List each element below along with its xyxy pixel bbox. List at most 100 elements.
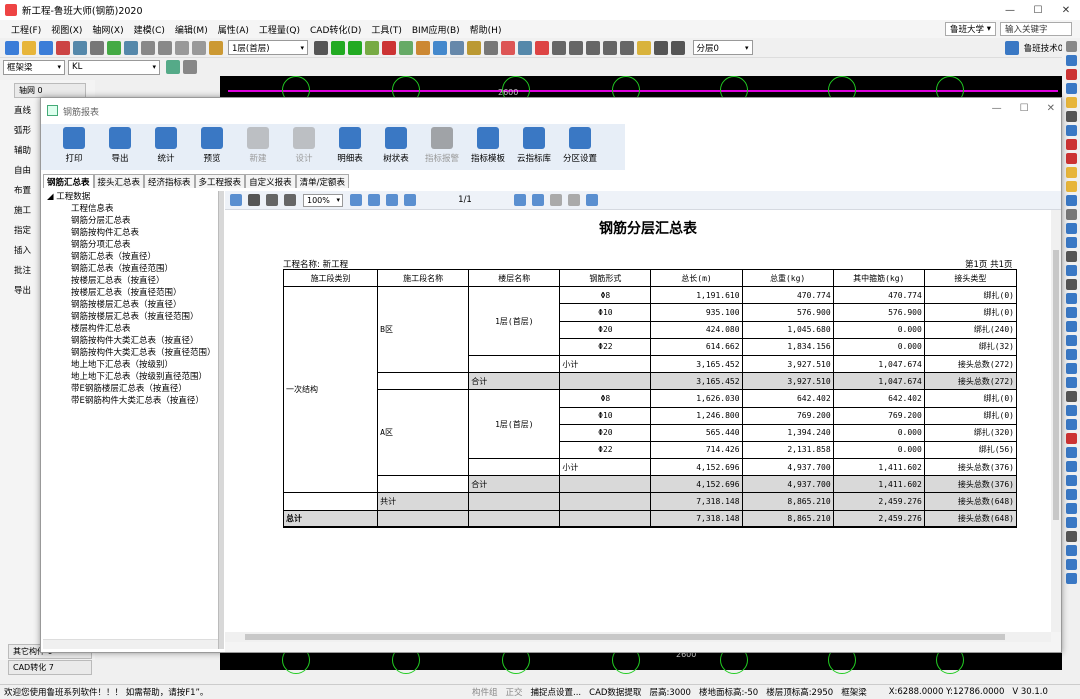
view-icon[interactable] [450, 40, 464, 55]
maximize-icon[interactable]: ☐ [1024, 0, 1052, 20]
tree-item[interactable]: 钢筋分层汇总表 [43, 215, 218, 227]
component-name-select[interactable]: KL ▾ [68, 59, 160, 75]
status-ortho[interactable]: 正交 [502, 686, 527, 698]
tool-icon[interactable] [1065, 251, 1077, 262]
new-file-icon[interactable] [4, 40, 19, 55]
cut-icon[interactable] [174, 40, 189, 55]
tab-economic-index[interactable]: 经济指标表 [144, 174, 195, 188]
mirror-icon[interactable] [501, 40, 515, 55]
select-icon[interactable] [331, 40, 345, 55]
pen-icon[interactable] [365, 40, 379, 55]
pan-icon[interactable] [552, 40, 566, 55]
zoom-window-icon[interactable] [603, 40, 617, 55]
status-snap-setting[interactable]: 捕捉点设置... [527, 686, 586, 698]
tool-icon[interactable] [1065, 139, 1077, 150]
fit-page-icon[interactable] [368, 194, 380, 206]
color-icon[interactable] [416, 40, 430, 55]
preview-button[interactable]: 预览 [189, 124, 235, 170]
menu-cad[interactable]: CAD转化(D) [305, 23, 366, 36]
menu-help[interactable]: 帮助(H) [465, 23, 507, 36]
tree-item[interactable]: 带E钢筋构件大类汇总表（按直径） [43, 395, 218, 407]
tool-icon[interactable] [1065, 181, 1077, 192]
user-dropdown[interactable]: 鲁班大学 ▾ [945, 22, 996, 36]
tool-icon[interactable] [1065, 419, 1077, 430]
new-button[interactable]: 新建 [235, 124, 281, 170]
tool-icon[interactable] [1065, 349, 1077, 360]
tab-custom-report[interactable]: 自定义报表 [245, 174, 296, 188]
tool-icon[interactable] [1065, 279, 1077, 290]
tool-icon[interactable] [1065, 335, 1077, 346]
tree-item[interactable]: 钢筋按构件大类汇总表（按直径范围） [43, 347, 218, 359]
menu-bim[interactable]: BIM应用(B) [407, 23, 465, 36]
index-template-button[interactable]: 指标模板 [465, 124, 511, 170]
minimize-icon[interactable]: — [992, 103, 1002, 114]
tool-icon[interactable] [1065, 433, 1077, 444]
tool-icon[interactable] [1065, 545, 1077, 556]
tool-icon[interactable] [1065, 265, 1077, 276]
move-icon[interactable] [484, 40, 498, 55]
tree-item[interactable]: 工程信息表 [43, 203, 218, 215]
tab-multi-project[interactable]: 多工程报表 [194, 174, 246, 188]
menu-property[interactable]: 属性(A) [213, 23, 254, 36]
menu-edit[interactable]: 编辑(M) [170, 23, 213, 36]
tool-icon[interactable] [1065, 223, 1077, 234]
detail-table-button[interactable]: 明细表 [327, 124, 373, 170]
support-icon[interactable] [1005, 41, 1020, 55]
viewer-vscrollbar[interactable] [1051, 210, 1061, 632]
print-button[interactable]: 打印 [51, 124, 97, 170]
maximize-icon[interactable]: ☐ [1020, 103, 1029, 114]
check-icon[interactable] [399, 40, 413, 55]
tree-item[interactable]: 地上地下汇总表（按级别直径范围） [43, 371, 218, 383]
zoom-in-icon[interactable] [569, 40, 583, 55]
page-indicator[interactable]: 1/1 [425, 194, 505, 207]
close-icon[interactable]: ✕ [1052, 0, 1080, 20]
zoom-out-icon[interactable] [284, 194, 296, 206]
tool-icon[interactable] [1065, 111, 1077, 122]
grid-icon[interactable] [433, 40, 447, 55]
tool-icon[interactable] [1065, 293, 1077, 304]
table-icon[interactable] [671, 40, 685, 55]
search-input[interactable]: 输入关键字 [1000, 22, 1072, 36]
menu-view[interactable]: 视图(X) [46, 23, 87, 36]
scroll-thumb[interactable] [245, 634, 1005, 640]
bulb-icon[interactable] [637, 40, 651, 55]
save-as-icon[interactable] [55, 40, 70, 55]
fit-width-icon[interactable] [350, 194, 362, 206]
tool-icon[interactable] [1065, 153, 1077, 164]
layer-select[interactable]: 分层0 ▾ [692, 40, 753, 55]
zoom-select[interactable]: 100% ▾ [303, 193, 343, 207]
pick-icon[interactable] [348, 40, 362, 55]
export-icon[interactable] [89, 40, 104, 55]
tool-icon[interactable] [1065, 307, 1077, 318]
last-page-icon[interactable] [532, 194, 544, 206]
floor-select[interactable]: 1层(首层) ▾ [228, 40, 308, 55]
tool-icon[interactable] [1065, 237, 1077, 248]
tree-item[interactable]: 钢筋按楼层汇总表（按直径） [43, 299, 218, 311]
tool-icon[interactable] [1065, 125, 1077, 136]
partition-settings-button[interactable]: 分区设置 [557, 124, 603, 170]
tree-item[interactable]: 按楼层汇总表（按直径） [43, 275, 218, 287]
tab-rebar-summary[interactable]: 钢筋汇总表 [43, 174, 94, 188]
cloud-index-button[interactable]: 云指标库 [511, 124, 557, 170]
tool-icon[interactable] [1065, 321, 1077, 332]
tab-joint-summary[interactable]: 接头汇总表 [93, 174, 145, 188]
import-icon[interactable] [72, 40, 87, 55]
tree-item[interactable]: 按楼层汇总表（按直径范围） [43, 287, 218, 299]
tree-table-button[interactable]: 树状表 [373, 124, 419, 170]
calc-icon[interactable] [106, 40, 121, 55]
export-image-icon[interactable] [586, 194, 598, 206]
prev-page-icon[interactable] [404, 194, 416, 206]
open-file-icon[interactable] [21, 40, 36, 55]
tree-item[interactable]: 钢筋按构件大类汇总表（按直径） [43, 335, 218, 347]
zoom-out-icon[interactable] [586, 40, 600, 55]
menu-model[interactable]: 建模(C) [129, 23, 170, 36]
zoom-icon[interactable] [467, 40, 481, 55]
close-icon[interactable]: ✕ [1047, 103, 1055, 114]
tree-item[interactable]: 楼层构件汇总表 [43, 323, 218, 335]
page-setup-icon[interactable] [230, 194, 242, 206]
tool-icon[interactable] [1065, 209, 1077, 220]
splitter[interactable] [218, 191, 224, 649]
tab-cad-convert[interactable]: CAD转化 7 [8, 660, 92, 675]
tool-icon[interactable] [1065, 489, 1077, 500]
menu-quantity[interactable]: 工程量(Q) [254, 23, 305, 36]
